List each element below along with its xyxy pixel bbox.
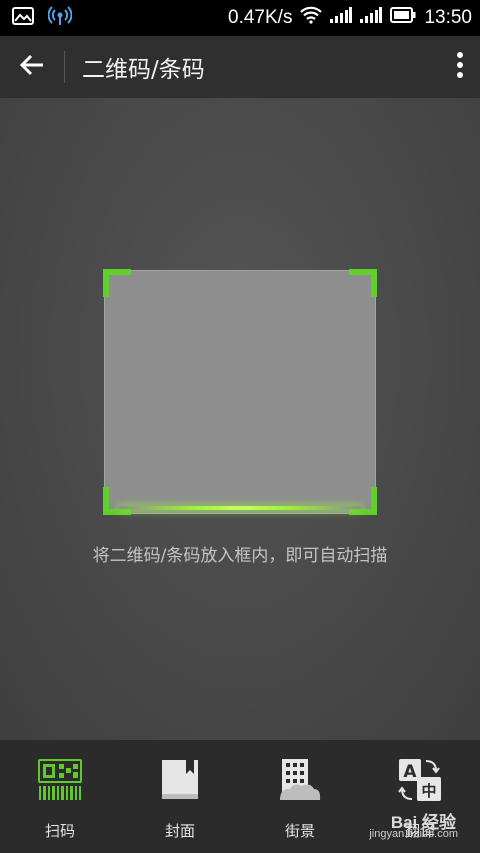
clock: 13:50	[424, 7, 472, 28]
scan-corner-top-right	[349, 269, 377, 297]
image-icon	[12, 6, 34, 30]
wifi-icon	[300, 6, 323, 30]
scan-corner-bottom-left	[103, 487, 131, 515]
camera-preview: 将二维码/条码放入框内，即可自动扫描	[0, 98, 480, 740]
back-arrow-icon	[19, 53, 45, 81]
tab-scan-label: 扫码	[44, 822, 75, 840]
svg-text:A: A	[403, 762, 417, 782]
scan-hint: 将二维码/条码放入框内，即可自动扫描	[92, 546, 388, 566]
hotspot-icon	[47, 5, 73, 31]
signal-icon-2	[360, 7, 383, 29]
translate-icon: A 中	[398, 758, 442, 802]
scan-corner-top-left	[103, 269, 131, 297]
qr-barcode-icon	[38, 758, 82, 802]
tab-street-label: 街景	[284, 822, 315, 840]
scan-line	[119, 506, 361, 510]
page-title: 二维码/条码	[82, 57, 205, 83]
svg-text:中: 中	[421, 782, 436, 800]
tab-cover[interactable]: 封面	[120, 740, 240, 853]
tab-scan[interactable]: 扫码	[0, 740, 120, 853]
more-vert-icon	[456, 51, 464, 83]
tab-street[interactable]: 街景	[240, 740, 360, 853]
status-bar: 0.47K/s 13:50	[0, 0, 480, 36]
title-bar: 二维码/条码	[0, 36, 480, 98]
network-speed: 0.47K/s	[228, 7, 293, 28]
tab-cover-label: 封面	[164, 822, 195, 840]
back-button[interactable]	[0, 36, 64, 98]
signal-icon	[330, 7, 353, 29]
scan-corner-bottom-right	[349, 487, 377, 515]
baidu-watermark-url: jingyan.baidu.com	[369, 828, 458, 840]
more-menu-button[interactable]	[440, 36, 480, 98]
battery-icon	[390, 7, 416, 29]
scan-frame	[103, 269, 377, 515]
street-view-icon	[278, 758, 322, 802]
book-cover-icon	[158, 758, 202, 802]
